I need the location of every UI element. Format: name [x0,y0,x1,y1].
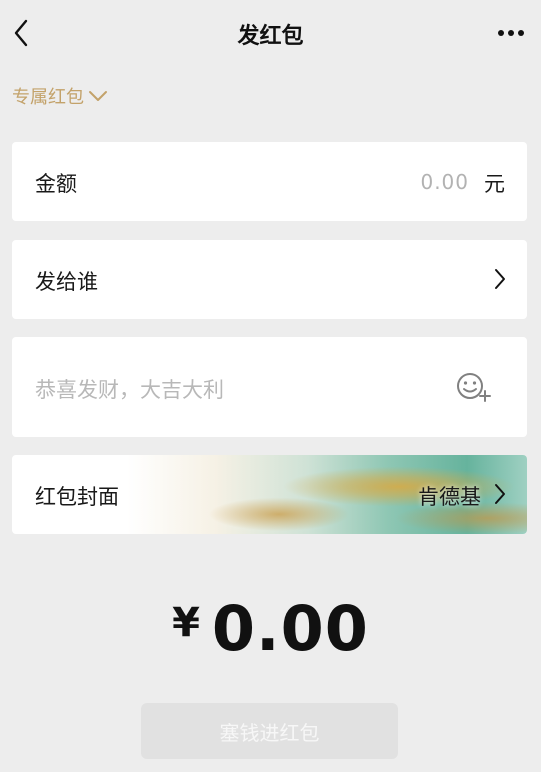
amount-label: 金额 [35,172,77,196]
more-dots-icon [498,30,524,36]
packet-type-dropdown[interactable]: 专属红包 [12,82,108,110]
chevron-down-icon [89,91,107,101]
total-amount: ¥0.00 [0,592,541,665]
greeting-field[interactable]: 恭喜发财，大吉大利 [12,337,527,437]
more-button[interactable] [495,20,527,46]
greeting-input[interactable]: 恭喜发财，大吉大利 [35,374,224,404]
amount-field[interactable]: 金额 0.00 元 [12,142,527,221]
recipient-label: 发给谁 [35,270,98,294]
chevron-right-icon [495,484,505,504]
cover-row[interactable]: 红包封面 肯德基 [12,455,527,534]
amount-input[interactable]: 0.00 [420,170,469,194]
amount-unit: 元 [484,172,505,196]
chevron-right-icon [495,269,505,289]
recipient-row[interactable]: 发给谁 [12,240,527,319]
currency-symbol: ¥ [172,600,200,646]
cover-name: 肯德基 [418,485,481,509]
total-value: 0.00 [211,592,369,665]
emoji-add-icon[interactable] [455,371,493,403]
packet-type-label: 专属红包 [12,87,84,108]
page-title: 发红包 [237,24,304,49]
send-red-packet-button[interactable]: 塞钱进红包 [141,703,398,759]
cover-label: 红包封面 [35,485,119,509]
navigation-bar: 发红包 [0,0,541,66]
